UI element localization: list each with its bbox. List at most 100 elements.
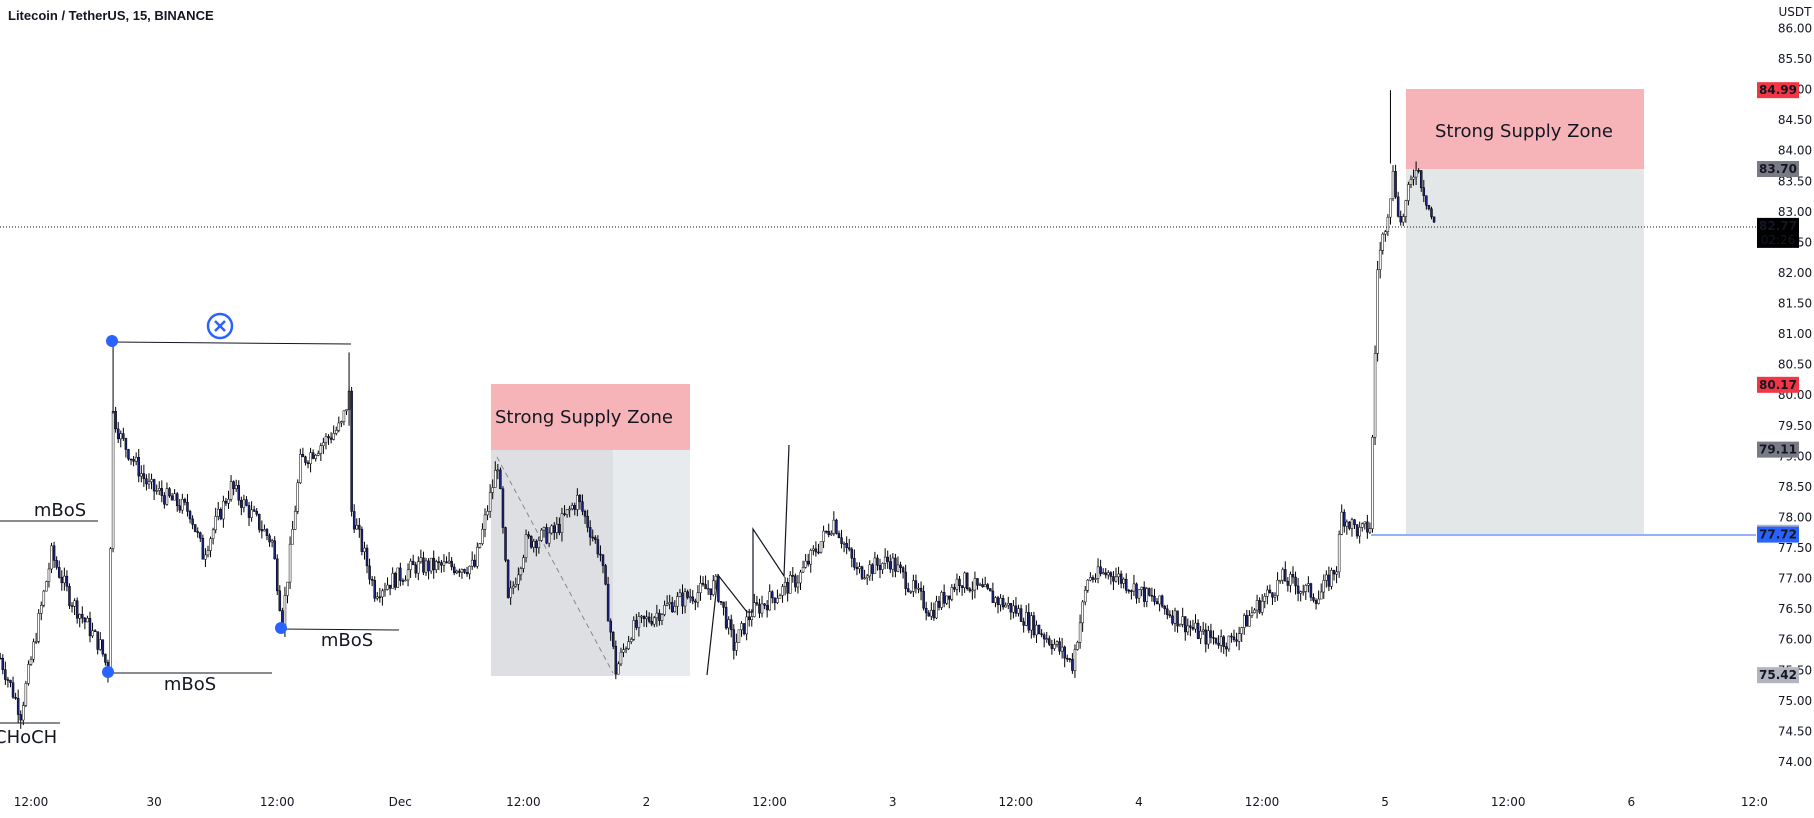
time-axis[interactable]: 12:00 30 12:00 Dec 12:00 2 12:00 3 12:00 4 12:00 5 1… bbox=[14, 795, 1768, 809]
zone-1-range-light bbox=[613, 450, 690, 676]
candle-body bbox=[830, 533, 833, 535]
candle-body bbox=[386, 584, 389, 590]
candle-body bbox=[665, 603, 669, 606]
candle-body bbox=[1066, 657, 1069, 660]
candle-body bbox=[1012, 605, 1015, 613]
candle-body bbox=[1204, 629, 1208, 645]
candle-body bbox=[978, 584, 982, 586]
candle-body bbox=[940, 592, 943, 608]
candle-body bbox=[494, 469, 497, 488]
candle-body bbox=[524, 534, 528, 558]
candle-body bbox=[673, 606, 677, 612]
candle-body bbox=[201, 538, 205, 560]
candle-body bbox=[781, 586, 784, 596]
candle-body bbox=[1317, 598, 1320, 604]
candles-layer bbox=[0, 90, 1436, 729]
candle-body bbox=[1294, 576, 1297, 587]
candle-body bbox=[712, 580, 715, 595]
candle-body bbox=[127, 449, 130, 460]
candle-body bbox=[776, 598, 779, 603]
candle-body bbox=[129, 458, 133, 461]
candle-body bbox=[1073, 649, 1077, 671]
swing-low-dot[interactable] bbox=[102, 666, 114, 678]
candle-body bbox=[591, 536, 594, 539]
candle-body bbox=[953, 587, 956, 590]
price-tag-value: 83.70 bbox=[1759, 162, 1797, 176]
chart-window[interactable]: Litecoin / TetherUS, 15, BINANCE mBoS mB… bbox=[0, 0, 1814, 818]
candle-body bbox=[622, 649, 625, 653]
candle-body bbox=[322, 442, 325, 446]
candle-body bbox=[529, 536, 533, 548]
candle-body bbox=[563, 513, 566, 515]
candle-body bbox=[29, 658, 33, 665]
chart-canvas[interactable]: mBoS mBoS mBoS CHoCH Strong Supply Zone … bbox=[0, 0, 1814, 818]
candle-body bbox=[750, 616, 754, 621]
candle-body bbox=[647, 616, 651, 622]
candle-body bbox=[799, 571, 802, 584]
candle-body bbox=[78, 614, 81, 619]
candle-body bbox=[596, 539, 600, 555]
candle-body bbox=[1163, 605, 1166, 610]
candle-body bbox=[501, 488, 505, 528]
candle-body bbox=[150, 479, 153, 482]
candle-body bbox=[1096, 566, 1100, 579]
candle-body bbox=[458, 570, 461, 573]
candle-body bbox=[301, 453, 305, 458]
candle-body bbox=[742, 623, 746, 635]
time-tick-label: 6 bbox=[1627, 795, 1635, 809]
candle-body bbox=[1035, 624, 1038, 636]
candle-body bbox=[588, 527, 592, 538]
candle-body bbox=[760, 603, 764, 614]
swing-high-dot[interactable] bbox=[106, 335, 118, 347]
candle-body bbox=[806, 560, 810, 565]
candle-body bbox=[1001, 597, 1005, 608]
candle-body bbox=[899, 564, 902, 568]
candle-body bbox=[1191, 627, 1195, 630]
candle-body bbox=[63, 575, 66, 584]
candle-body bbox=[1068, 658, 1072, 660]
candle-body bbox=[273, 540, 276, 560]
candle-body bbox=[1381, 233, 1385, 251]
candle-body bbox=[1319, 591, 1323, 600]
candle-body bbox=[406, 569, 410, 581]
candle-body bbox=[1355, 524, 1359, 537]
candle-body bbox=[42, 590, 46, 606]
candle-body bbox=[473, 559, 476, 567]
candle-body bbox=[1281, 569, 1284, 581]
candle-body bbox=[1250, 612, 1254, 616]
candle-body bbox=[719, 601, 723, 603]
candle-body bbox=[1148, 588, 1151, 596]
price-tag-value: 77.72 bbox=[1759, 528, 1797, 542]
candle-body bbox=[358, 525, 361, 530]
candle-body bbox=[83, 617, 87, 623]
candle-body bbox=[506, 559, 510, 598]
candle-body bbox=[668, 602, 671, 605]
candle-body bbox=[609, 620, 612, 633]
candle-body bbox=[896, 564, 900, 572]
candle-body bbox=[1089, 577, 1092, 581]
price-tag-value: 82.77 bbox=[1759, 219, 1797, 233]
candle-body bbox=[1150, 595, 1154, 597]
candle-body bbox=[1386, 216, 1390, 232]
candle-body bbox=[517, 574, 520, 585]
candle-body bbox=[417, 561, 420, 574]
candle-body bbox=[553, 525, 556, 533]
circle-x-icon[interactable] bbox=[206, 312, 234, 340]
candle-body bbox=[145, 478, 148, 485]
mbos-dot-3[interactable] bbox=[275, 622, 287, 634]
candle-body bbox=[91, 630, 94, 637]
candle-body bbox=[886, 556, 889, 562]
candle-body bbox=[1155, 601, 1159, 605]
candle-body bbox=[188, 511, 192, 520]
candle-body bbox=[606, 583, 610, 622]
candle-body bbox=[612, 631, 615, 647]
candle-body bbox=[1017, 608, 1020, 614]
candle-body bbox=[1348, 521, 1351, 529]
candle-body bbox=[19, 714, 22, 721]
candle-body bbox=[70, 605, 74, 607]
candle-body bbox=[714, 575, 718, 582]
swing-high-line[interactable] bbox=[111, 341, 352, 345]
candle-body bbox=[73, 600, 76, 607]
zigzag-drawing[interactable] bbox=[706, 444, 790, 676]
candle-body bbox=[401, 580, 405, 582]
